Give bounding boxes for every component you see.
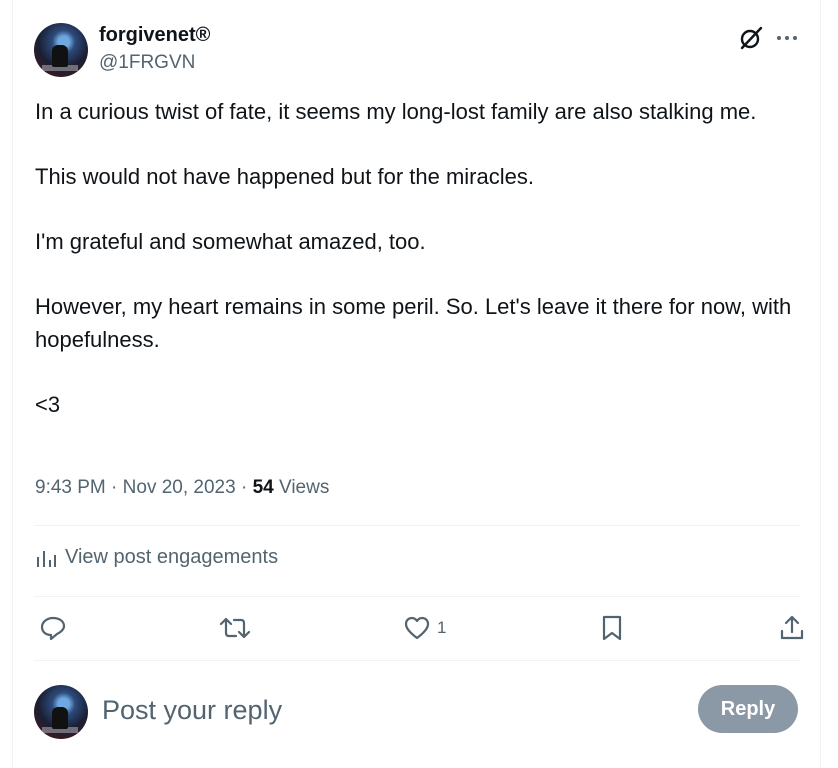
- divider: [34, 596, 800, 597]
- meta-separator: ·: [111, 477, 118, 498]
- views-label: Views: [279, 477, 330, 498]
- bookmark-icon: [602, 615, 622, 641]
- post-paragraph: In a curious twist of fate, it seems my …: [35, 99, 757, 124]
- engagements-label: View post engagements: [65, 546, 279, 568]
- author-name[interactable]: forgivenet®: [99, 24, 210, 47]
- post-meta: 9:43 PM · Nov 20, 2023 · 54 Views: [35, 477, 329, 499]
- share-button[interactable]: [778, 608, 806, 648]
- grok-icon[interactable]: [738, 25, 764, 51]
- like-count: 1: [437, 618, 447, 637]
- author-avatar[interactable]: [34, 23, 88, 77]
- like-button[interactable]: 1: [403, 608, 446, 648]
- share-icon: [780, 615, 804, 640]
- heart-icon: [404, 616, 430, 640]
- post-date[interactable]: Nov 20, 2023: [123, 477, 236, 498]
- post-paragraph: However, my heart remains in some peril.…: [35, 294, 798, 352]
- reply-button[interactable]: [39, 608, 67, 648]
- author-handle[interactable]: @1FRGVN: [99, 52, 195, 74]
- reply-icon: [40, 616, 66, 641]
- post-time[interactable]: 9:43 PM: [35, 477, 106, 498]
- post-text: In a curious twist of fate, it seems my …: [35, 96, 805, 454]
- repost-button[interactable]: [219, 608, 251, 648]
- post-paragraph: I'm grateful and somewhat amazed, too.: [35, 229, 426, 254]
- divider: [34, 660, 800, 661]
- meta-separator: ·: [240, 477, 248, 498]
- reply-submit-button[interactable]: Reply: [698, 685, 798, 733]
- bookmark-button[interactable]: [598, 608, 626, 648]
- divider: [34, 525, 800, 526]
- post-paragraph: This would not have happened but for the…: [35, 164, 534, 189]
- user-avatar[interactable]: [34, 685, 88, 739]
- action-bar: 1: [35, 608, 804, 648]
- post-paragraph: <3: [35, 391, 61, 417]
- repost-icon: [219, 617, 251, 639]
- more-options-icon[interactable]: [775, 27, 799, 49]
- post-card: forgivenet® @1FRGVN In a curious twist o…: [12, 0, 821, 768]
- views-count: 54: [252, 477, 274, 498]
- analytics-icon: [37, 550, 56, 567]
- view-engagements-link[interactable]: View post engagements: [35, 546, 278, 569]
- reply-input[interactable]: [102, 690, 662, 730]
